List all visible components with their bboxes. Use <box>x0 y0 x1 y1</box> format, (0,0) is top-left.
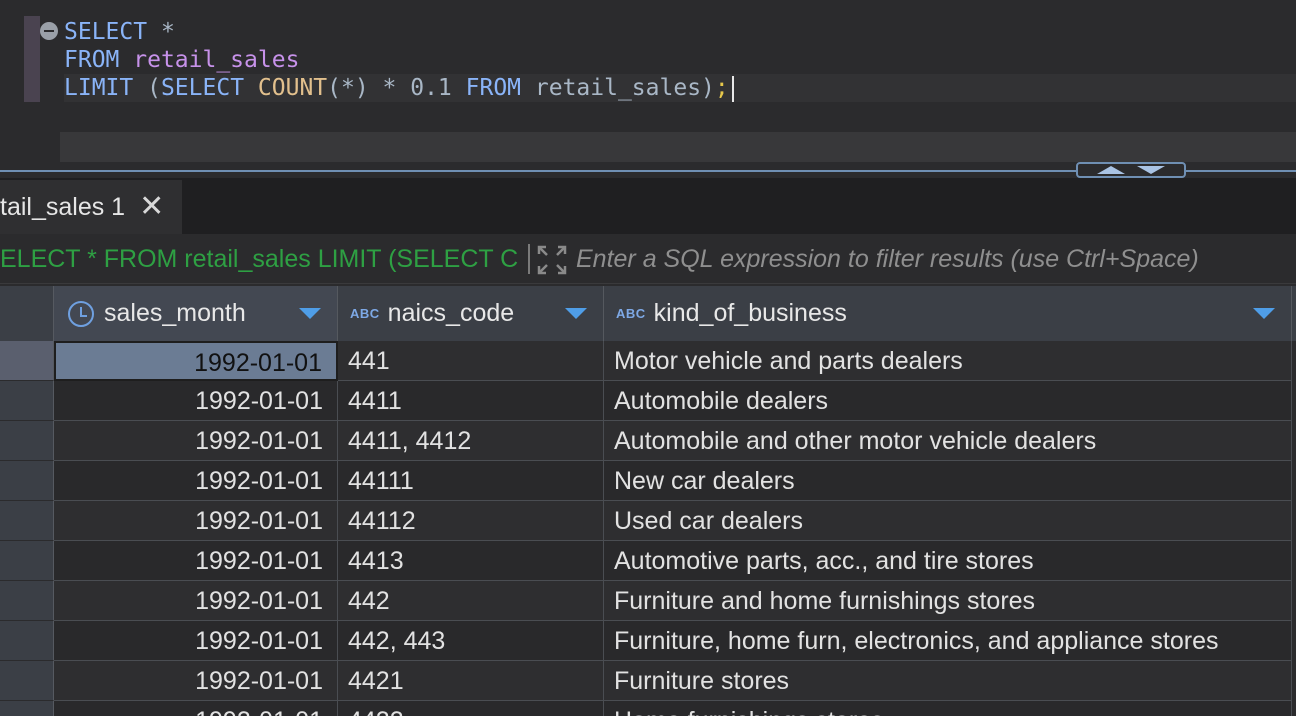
close-icon[interactable]: ✕ <box>139 192 164 222</box>
function-name: COUNT <box>257 75 328 101</box>
text-caret <box>731 75 734 102</box>
maximize-up-icon[interactable] <box>1097 166 1125 174</box>
code-text: retail_sales) <box>521 75 715 101</box>
executed-query-text[interactable]: ELECT * FROM retail_sales LIMIT (SELECT … <box>0 234 524 284</box>
column-header-naics-code[interactable]: ABC naics_code <box>338 286 604 341</box>
cell-naics-code[interactable]: 442, 443 <box>338 621 604 661</box>
cell-sales-month[interactable]: 1992-01-01 <box>54 341 338 381</box>
sql-editor[interactable]: SELECT * FROM retail_sales LIMIT (SELECT… <box>0 0 1296 170</box>
cell-naics-code[interactable]: 441 <box>338 341 604 381</box>
code-text: ( <box>133 75 161 101</box>
cell-naics-code[interactable]: 4421 <box>338 661 604 701</box>
row-header[interactable] <box>0 541 54 581</box>
table-name: retail_sales <box>133 47 300 73</box>
sort-dropdown-icon[interactable] <box>299 308 321 319</box>
cell-sales-month[interactable]: 1992-01-01 <box>54 541 338 581</box>
cell-kind-of-business[interactable]: Furniture stores <box>604 661 1292 701</box>
tab-results[interactable]: tail_sales 1 ✕ <box>0 180 182 234</box>
row-header[interactable] <box>0 661 54 701</box>
keyword: LIMIT <box>64 75 134 101</box>
cell-sales-month[interactable]: 1992-01-01 <box>54 581 338 621</box>
cell-kind-of-business[interactable]: Automobile and other motor vehicle deale… <box>604 421 1292 461</box>
keyword: SELECT <box>160 75 245 101</box>
column-header-kind-of-business[interactable]: ABC kind_of_business <box>604 286 1292 341</box>
cell-kind-of-business[interactable]: Home furnishings stores <box>604 701 1292 716</box>
cell-sales-month[interactable]: 1992-01-01 <box>54 621 338 661</box>
code-line-1[interactable]: SELECT * <box>64 18 175 46</box>
statement-marker <box>24 16 40 102</box>
row-header[interactable] <box>0 421 54 461</box>
keyword: FROM <box>465 75 522 101</box>
cell-sales-month[interactable]: 1992-01-01 <box>54 701 338 716</box>
cell-naics-code[interactable]: 4413 <box>338 541 604 581</box>
row-header[interactable] <box>0 461 54 501</box>
cell-sales-month[interactable]: 1992-01-01 <box>54 421 338 461</box>
sort-dropdown-icon[interactable] <box>1253 308 1275 319</box>
code-line-2[interactable]: FROM retail_sales <box>64 46 299 74</box>
column-name: sales_month <box>104 299 246 327</box>
cell-kind-of-business[interactable]: Motor vehicle and parts dealers <box>604 341 1292 381</box>
maximize-down-icon[interactable] <box>1137 166 1165 174</box>
sort-dropdown-icon[interactable] <box>565 308 587 319</box>
table-row[interactable]: 1992-01-01 442, 443 Furniture, home furn, … <box>0 621 1296 661</box>
abc-icon: ABC <box>350 306 380 321</box>
abc-icon: ABC <box>616 306 646 321</box>
code-text: * <box>147 19 175 45</box>
semicolon: ; <box>714 75 729 101</box>
cell-naics-code[interactable]: 44112 <box>338 501 604 541</box>
cell-kind-of-business[interactable]: Furniture and home furnishings stores <box>604 581 1292 621</box>
column-header-sales-month[interactable]: sales_month <box>54 286 338 341</box>
cell-kind-of-business[interactable]: Automotive parts, acc., and tire stores <box>604 541 1292 581</box>
filter-bar: ELECT * FROM retail_sales LIMIT (SELECT … <box>0 234 1296 284</box>
cell-naics-code[interactable]: 4411 <box>338 381 604 421</box>
row-header[interactable] <box>0 341 54 381</box>
column-name: naics_code <box>387 299 515 327</box>
row-header[interactable] <box>0 381 54 421</box>
cell-sales-month[interactable]: 1992-01-01 <box>54 661 338 701</box>
table-row[interactable]: 1992-01-01 44112 Used car dealers <box>0 501 1296 541</box>
collapse-icon[interactable] <box>40 22 58 40</box>
divider <box>528 244 530 274</box>
editor-empty-line[interactable] <box>60 132 1296 162</box>
keyword: FROM <box>64 47 120 73</box>
table-row[interactable]: 1992-01-01 44111 New car dealers <box>0 461 1296 501</box>
cell-kind-of-business[interactable]: Used car dealers <box>604 501 1292 541</box>
table-row[interactable]: 1992-01-014422Home furnishings stores <box>0 701 1296 716</box>
cell-kind-of-business[interactable]: Automobile dealers <box>604 381 1292 421</box>
table-row[interactable]: 1992-01-01 4421 Furniture stores <box>0 661 1296 701</box>
expand-icon[interactable] <box>536 244 568 276</box>
keyword: SELECT <box>64 19 148 45</box>
code-text: (*) * 0.1 <box>327 75 466 101</box>
table-row[interactable]: 1992-01-01 442 Furniture and home furnishi… <box>0 581 1296 621</box>
row-header[interactable] <box>0 581 54 621</box>
cell-naics-code[interactable]: 44111 <box>338 461 604 501</box>
tab-label: tail_sales 1 <box>0 192 126 221</box>
cell-naics-code[interactable]: 4422 <box>338 701 604 716</box>
filter-input[interactable] <box>576 234 1296 284</box>
table-row[interactable]: 1992-01-01 4413 Automotive parts, acc., an… <box>0 541 1296 581</box>
cell-sales-month[interactable]: 1992-01-01 <box>54 501 338 541</box>
cell-sales-month[interactable]: 1992-01-01 <box>54 381 338 421</box>
cell-naics-code[interactable]: 442 <box>338 581 604 621</box>
table-row[interactable]: 1992-01-01 441 Motor vehicle and parts dea… <box>0 341 1296 381</box>
clock-icon <box>68 300 94 327</box>
cell-naics-code[interactable]: 4411, 4412 <box>338 421 604 461</box>
table-row[interactable]: 1992-01-01 4411 Automobile dealers <box>0 381 1296 421</box>
column-name: kind_of_business <box>653 299 847 327</box>
grid-corner[interactable] <box>0 286 54 341</box>
splitter-handle[interactable] <box>1076 162 1186 178</box>
result-grid[interactable]: sales_month ABC naics_code ABC kind_of_b… <box>0 286 1296 716</box>
table-row[interactable]: 1992-01-01 4411, 4412 Automobile and other… <box>0 421 1296 461</box>
code-line-3[interactable]: LIMIT (SELECT COUNT(*) * 0.1 FROM retail… <box>64 74 734 102</box>
row-header[interactable] <box>0 701 54 716</box>
row-header[interactable] <box>0 621 54 661</box>
cell-sales-month[interactable]: 1992-01-01 <box>54 461 338 501</box>
results-tab-bar: tail_sales 1 ✕ <box>0 178 1296 234</box>
cell-kind-of-business[interactable]: New car dealers <box>604 461 1292 501</box>
row-header[interactable] <box>0 501 54 541</box>
cell-kind-of-business[interactable]: Furniture, home furn, electronics, and a… <box>604 621 1292 661</box>
